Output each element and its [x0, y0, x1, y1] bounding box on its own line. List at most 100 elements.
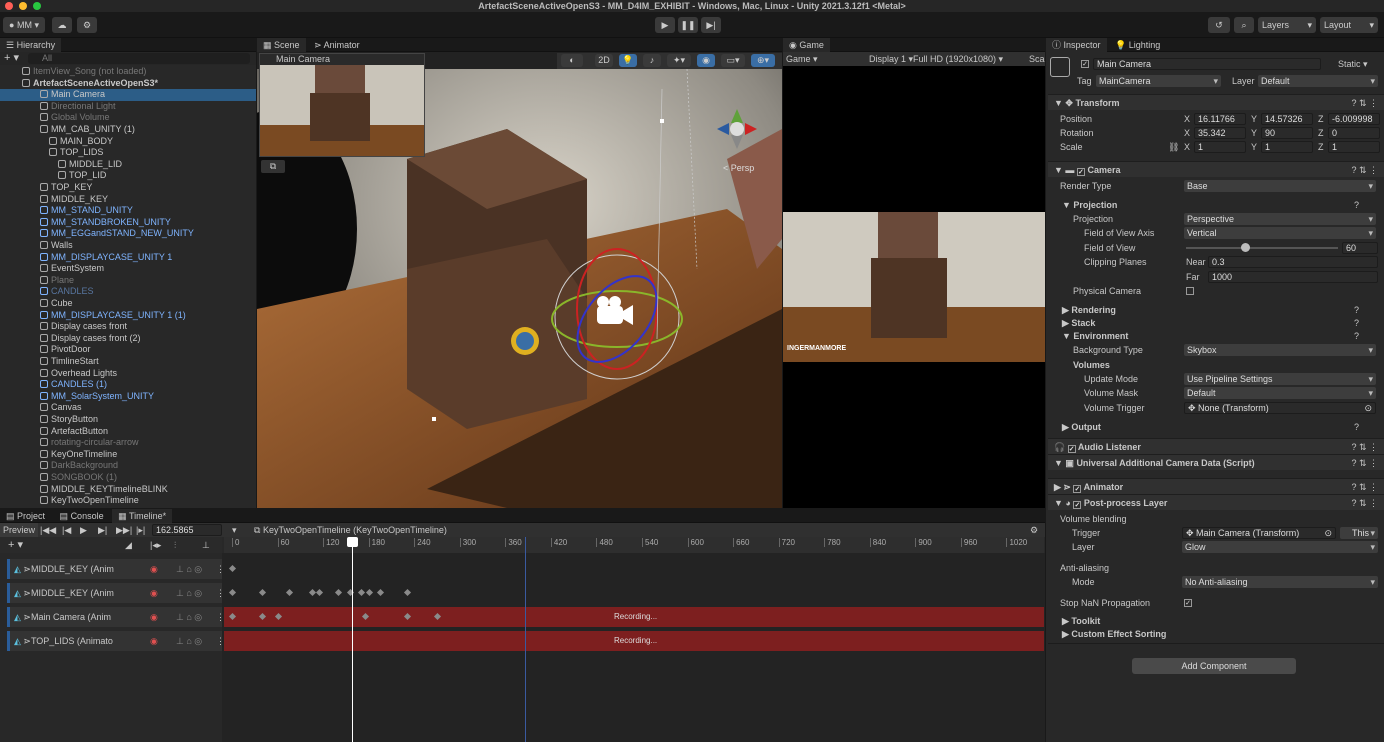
- timeline-track[interactable]: ◭ ⋗MIDDLE_KEY (Anim◉⊥ ⌂ ◎⋮: [7, 583, 222, 603]
- transform-header[interactable]: ▼ ✥ Transform? ⇅ ⋮: [1048, 94, 1384, 110]
- pp-this-button[interactable]: This: [1340, 527, 1378, 539]
- range-icon[interactable]: |▸|: [136, 523, 145, 537]
- output-section[interactable]: ▶ Output?: [1048, 420, 1384, 434]
- hierarchy-item[interactable]: Plane: [0, 275, 256, 287]
- hierarchy-item[interactable]: MAIN_BODY: [0, 136, 256, 148]
- keyframe-marker[interactable]: [274, 612, 282, 621]
- custom-sorting-section[interactable]: ▶ Custom Effect Sorting: [1048, 627, 1384, 641]
- near-field[interactable]: 0.3: [1208, 256, 1378, 268]
- environment-section[interactable]: ▼ Environment?: [1048, 329, 1384, 343]
- track-record-icon[interactable]: ◉: [150, 631, 158, 651]
- hierarchy-item[interactable]: KeyOneTimeline: [0, 449, 256, 461]
- aa-mode-dropdown[interactable]: No Anti-aliasing: [1182, 576, 1378, 588]
- update-mode-dropdown[interactable]: Use Pipeline Settings: [1184, 373, 1376, 385]
- add-object-button[interactable]: + ▾: [4, 52, 19, 64]
- hierarchy-item[interactable]: TOP_KEY: [0, 182, 256, 194]
- markers-icon[interactable]: ⫶: [174, 537, 176, 553]
- add-track-button[interactable]: + ▾: [8, 537, 23, 553]
- timeline-asset-label[interactable]: ⧉ KeyTwoOpenTimeline (KeyTwoOpenTimeline…: [254, 523, 447, 537]
- hierarchy-item[interactable]: TOP_LID: [0, 170, 256, 182]
- object-name-field[interactable]: Main Camera: [1093, 58, 1321, 70]
- track-record-icon[interactable]: ◉: [150, 559, 158, 579]
- track-lane[interactable]: Recording...: [224, 631, 1044, 651]
- keyframe-marker[interactable]: [377, 588, 385, 597]
- tab-game[interactable]: ◉ Game: [783, 38, 830, 52]
- preview-toggle[interactable]: Preview: [0, 523, 39, 537]
- hierarchy-item[interactable]: Display cases front: [0, 321, 256, 333]
- track-lock-icon[interactable]: ⊥ ⌂ ◎: [176, 559, 202, 579]
- fov-field[interactable]: 60: [1342, 242, 1378, 254]
- track-lane[interactable]: [224, 559, 1044, 579]
- hierarchy-item[interactable]: DarkBackground: [0, 460, 256, 472]
- goto-start-icon[interactable]: |◀◀: [40, 523, 56, 537]
- scale-y-field[interactable]: 1: [1261, 141, 1313, 153]
- display-dropdown[interactable]: Display 1 ▾: [869, 52, 913, 66]
- tab-scene[interactable]: ▦ Scene: [257, 38, 306, 52]
- pp-layer-dropdown[interactable]: Glow: [1182, 541, 1378, 553]
- fov-slider-thumb[interactable]: [1241, 243, 1251, 252]
- hierarchy-item[interactable]: MM_SolarSystem_UNITY: [0, 391, 256, 403]
- camera-header[interactable]: ▼ ▬ ✓ Camera? ⇅ ⋮: [1048, 161, 1384, 177]
- projection-dropdown[interactable]: Perspective: [1184, 213, 1376, 225]
- tab-animator[interactable]: ⋗ Animator: [308, 38, 366, 52]
- game-viewport[interactable]: INGERMANMORE: [783, 212, 1045, 362]
- far-field[interactable]: 1000: [1208, 271, 1378, 283]
- effects-toggle-icon[interactable]: ✦▾: [667, 54, 691, 67]
- tab-project[interactable]: ▤ Project: [0, 509, 51, 523]
- keyframe-marker[interactable]: [228, 588, 237, 597]
- tab-lighting[interactable]: 💡 Lighting: [1109, 38, 1166, 52]
- maximize-window-button[interactable]: [33, 2, 41, 10]
- postprocess-header[interactable]: ▼ ◕ ✓ Post-process Layer? ⇅ ⋮: [1048, 494, 1384, 510]
- hierarchy-item[interactable]: MM_DISPLAYCASE_UNITY 1 (1): [0, 310, 256, 322]
- hierarchy-item[interactable]: MIDDLE_KEY: [0, 194, 256, 206]
- history-icon[interactable]: ↺: [1208, 17, 1230, 33]
- tag-dropdown[interactable]: MainCamera: [1096, 75, 1221, 87]
- render-type-dropdown[interactable]: Base: [1184, 180, 1376, 192]
- track-lane[interactable]: [224, 583, 1044, 603]
- stack-section[interactable]: ▶ Stack?: [1048, 316, 1384, 330]
- hierarchy-item[interactable]: Global Volume: [0, 112, 256, 124]
- rotation-z-field[interactable]: 0: [1328, 127, 1380, 139]
- collab-icon[interactable]: ⚙: [77, 17, 97, 33]
- track-lock-icon[interactable]: ⊥ ⌂ ◎: [176, 631, 202, 651]
- keyframe-marker[interactable]: [335, 588, 343, 597]
- keyframe-marker[interactable]: [228, 564, 237, 573]
- hierarchy-item[interactable]: ArtefactSceneActiveOpenS3*: [0, 78, 256, 90]
- timeline-settings-icon[interactable]: ⚙: [1030, 523, 1038, 537]
- hierarchy-item[interactable]: Canvas: [0, 402, 256, 414]
- game-mode-dropdown[interactable]: Game ▾: [786, 52, 818, 66]
- audio-toggle-icon[interactable]: ♪: [643, 54, 661, 67]
- next-frame-icon[interactable]: ▶|: [98, 523, 107, 537]
- layer-dropdown[interactable]: Default: [1258, 75, 1378, 87]
- add-component-button[interactable]: Add Component: [1132, 658, 1296, 674]
- position-y-field[interactable]: 14.57326: [1261, 113, 1313, 125]
- keyframe-marker[interactable]: [403, 588, 411, 597]
- pause-button[interactable]: ❚❚: [678, 17, 698, 33]
- track-lane[interactable]: Recording...: [224, 607, 1044, 627]
- pp-trigger-field[interactable]: ✥ Main Camera (Transform) ⊙: [1182, 527, 1336, 539]
- time-format-dropdown[interactable]: ▾: [232, 523, 237, 537]
- track-lock-icon[interactable]: ⊥ ⌂ ◎: [176, 607, 202, 627]
- resolution-dropdown[interactable]: Full HD (1920x1080) ▾: [913, 52, 1003, 66]
- minimize-window-button[interactable]: [19, 2, 27, 10]
- gizmos-icon[interactable]: ⊕▾: [751, 54, 775, 67]
- tab-timeline[interactable]: ▦ Timeline*: [112, 509, 173, 523]
- timeline-track[interactable]: ◭ ⋗TOP_LIDS (Animato◉⊥ ⌂ ◎⋮: [7, 631, 222, 651]
- preview-toggle-icon[interactable]: ⧉: [261, 160, 285, 173]
- toolkit-section[interactable]: ▶ Toolkit: [1048, 614, 1384, 628]
- scale-z-field[interactable]: 1: [1328, 141, 1380, 153]
- hierarchy-item[interactable]: Directional Light: [0, 101, 256, 113]
- keyframe-marker[interactable]: [433, 612, 442, 621]
- volume-trigger-field[interactable]: ✥ None (Transform) ⊙: [1184, 402, 1376, 414]
- hierarchy-item[interactable]: Main Camera: [0, 89, 256, 101]
- keyframe-marker[interactable]: [228, 612, 237, 621]
- audio-listener-header[interactable]: 🎧 ✓ Audio Listener? ⇅ ⋮: [1048, 438, 1384, 454]
- hierarchy-item[interactable]: TimlineStart: [0, 356, 256, 368]
- keyframe-marker[interactable]: [361, 612, 369, 621]
- position-z-field[interactable]: -6.009998: [1328, 113, 1380, 125]
- pin-icon[interactable]: ⊥: [202, 537, 210, 553]
- playhead-handle[interactable]: [347, 537, 358, 547]
- position-x-field[interactable]: 16.11766: [1194, 113, 1246, 125]
- mode-2d-toggle[interactable]: 2D: [595, 54, 613, 67]
- layers-dropdown[interactable]: Layers ▾: [1258, 17, 1316, 33]
